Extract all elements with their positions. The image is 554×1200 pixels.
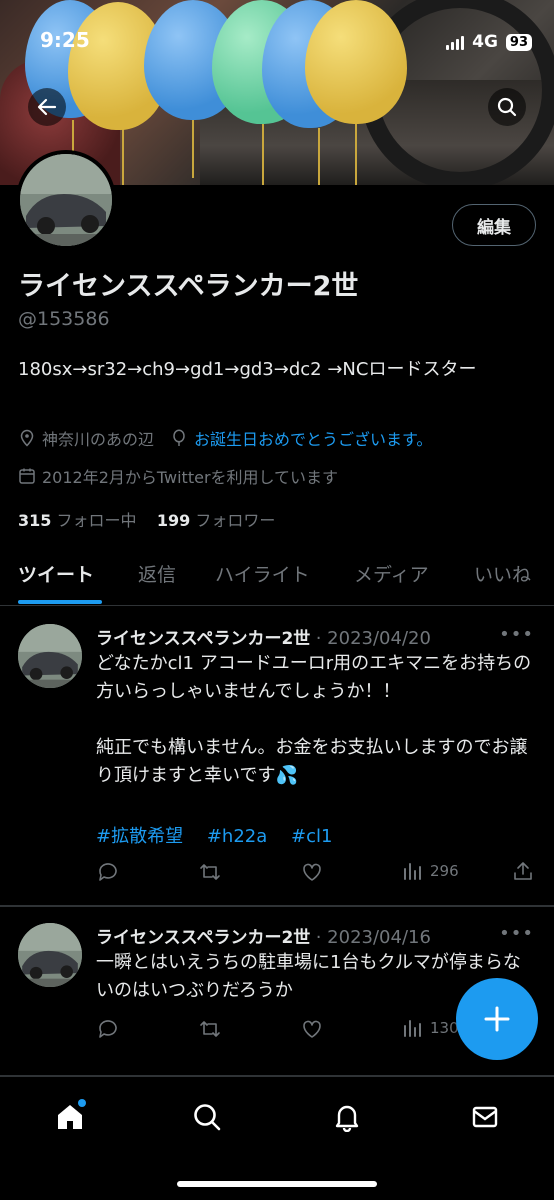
search-icon [497, 97, 517, 117]
back-button[interactable] [28, 88, 66, 126]
tweet-hashtags: #拡散希望 #h22a #cl1 [96, 822, 350, 848]
balloon-string [122, 128, 124, 185]
profile-name: ライセンススペランカー2世 [18, 271, 359, 302]
followers-link[interactable]: 199 フォロワー [157, 511, 276, 530]
plus-icon [484, 1006, 510, 1032]
car-photo [18, 624, 82, 688]
back-arrow-icon [37, 98, 57, 116]
profile-meta-location-row: 神奈川のあの辺 お誕生日おめでとうございます。 [18, 426, 432, 450]
notification-dot [78, 1099, 86, 1107]
views-count: 130 [430, 1019, 459, 1037]
network-type: 4G [472, 32, 498, 52]
car-photo [18, 923, 82, 987]
more-options-icon[interactable]: ••• [499, 624, 534, 645]
edit-profile-button[interactable]: 編集 [452, 204, 536, 246]
retweet-button[interactable] [198, 860, 222, 884]
profile-tabs: ツイート 返信 ハイライト メディア いいね [0, 552, 554, 606]
tweet-avatar[interactable] [18, 624, 82, 688]
followers-count: 199 [156, 511, 191, 530]
search-icon [194, 1104, 221, 1131]
follow-stats: 315 フォロー中 199 フォロワー [18, 507, 275, 531]
tweet[interactable]: ライセンススペランカー2世 · 2023/04/20 ••• どなたかcl1 ア… [0, 606, 554, 906]
profile-meta-joined-row: 2012年2月からTwitterを利用しています [18, 464, 338, 488]
profile-bio: 180sx→sr32→ch9→gd1→gd3→dc2 →NCロードスター [18, 359, 477, 380]
views-button[interactable]: 296 [402, 860, 459, 882]
retweet-button[interactable] [198, 1017, 222, 1041]
tweet-avatar[interactable] [18, 923, 82, 987]
tab-highlights[interactable]: ハイライト [215, 560, 310, 587]
like-button[interactable] [300, 860, 324, 884]
views-button[interactable]: 130 [402, 1017, 459, 1039]
nav-messages[interactable] [465, 1099, 505, 1135]
status-indicators: 4G 93 [446, 28, 532, 56]
share-button[interactable] [512, 860, 534, 882]
tweet-author-name[interactable]: ライセンススペランカー2世 [96, 629, 310, 649]
tweet-text: どなたかcl1 アコードユーロr用のエキマニをお持ちの方いらっしゃいませんでしょ… [96, 653, 532, 786]
heart-icon [303, 863, 321, 881]
tweet-date[interactable]: · 2023/04/20 [316, 628, 431, 649]
share-icon [514, 862, 532, 880]
profile-avatar[interactable] [16, 150, 116, 250]
balloon-string [318, 128, 320, 185]
retweet-icon [200, 1021, 220, 1037]
home-indicator [177, 1181, 377, 1187]
battery-icon: 93 [505, 33, 532, 51]
following-label: フォロー中 [56, 511, 137, 530]
following-link[interactable]: 315 フォロー中 [18, 511, 137, 530]
like-button[interactable] [300, 1017, 324, 1041]
hashtag-link[interactable]: #h22a [207, 826, 267, 847]
joined-date: 2012年2月からTwitterを利用しています [42, 468, 339, 487]
balloon-yellow [305, 0, 407, 124]
calendar-icon [19, 468, 35, 484]
car-photo [20, 154, 112, 246]
nav-home[interactable] [50, 1099, 90, 1135]
mail-icon [472, 1106, 498, 1128]
reply-icon [99, 1020, 117, 1038]
tweet-header: ライセンススペランカー2世 · 2023/04/20 [96, 624, 431, 649]
tweet-date[interactable]: · 2023/04/16 [316, 927, 431, 948]
hashtag-link[interactable]: #拡散希望 [96, 826, 183, 847]
nav-notifications[interactable] [327, 1099, 367, 1135]
balloon-string [192, 118, 194, 178]
nav-search[interactable] [187, 1099, 227, 1135]
reply-button[interactable] [96, 860, 120, 884]
tweet-actions: 296 [96, 860, 536, 884]
reply-button[interactable] [96, 1017, 120, 1041]
heart-icon [303, 1020, 321, 1038]
compose-tweet-button[interactable] [456, 978, 538, 1060]
birthday-message: お誕生日おめでとうございます。 [194, 430, 433, 449]
active-tab-indicator [18, 600, 102, 604]
balloon-string [262, 122, 264, 185]
status-time: 9:25 [40, 28, 90, 52]
reply-icon [99, 863, 117, 881]
balloon-string [355, 122, 357, 185]
views-count: 296 [430, 862, 459, 880]
profile-handle: @153586 [18, 308, 110, 330]
following-count: 315 [18, 511, 52, 530]
bell-icon [335, 1105, 359, 1132]
hashtag-link[interactable]: #cl1 [291, 826, 332, 847]
retweet-icon [200, 864, 220, 880]
tweet-author-name[interactable]: ライセンススペランカー2世 [96, 928, 310, 948]
views-icon [404, 863, 421, 880]
tab-media[interactable]: メディア [354, 560, 429, 587]
search-button[interactable] [488, 88, 526, 126]
balloon-icon [173, 429, 185, 446]
tab-likes[interactable]: いいね [474, 560, 531, 587]
profile-location: 神奈川のあの辺 [42, 430, 155, 449]
signal-icon [446, 34, 465, 50]
more-options-icon[interactable]: ••• [499, 923, 534, 944]
views-icon [404, 1020, 421, 1037]
tab-replies[interactable]: 返信 [138, 560, 176, 587]
followers-label: フォロワー [195, 511, 276, 530]
tweet-header: ライセンススペランカー2世 · 2023/04/16 [96, 923, 431, 948]
location-pin-icon [20, 429, 34, 447]
tab-tweets[interactable]: ツイート [18, 560, 94, 587]
